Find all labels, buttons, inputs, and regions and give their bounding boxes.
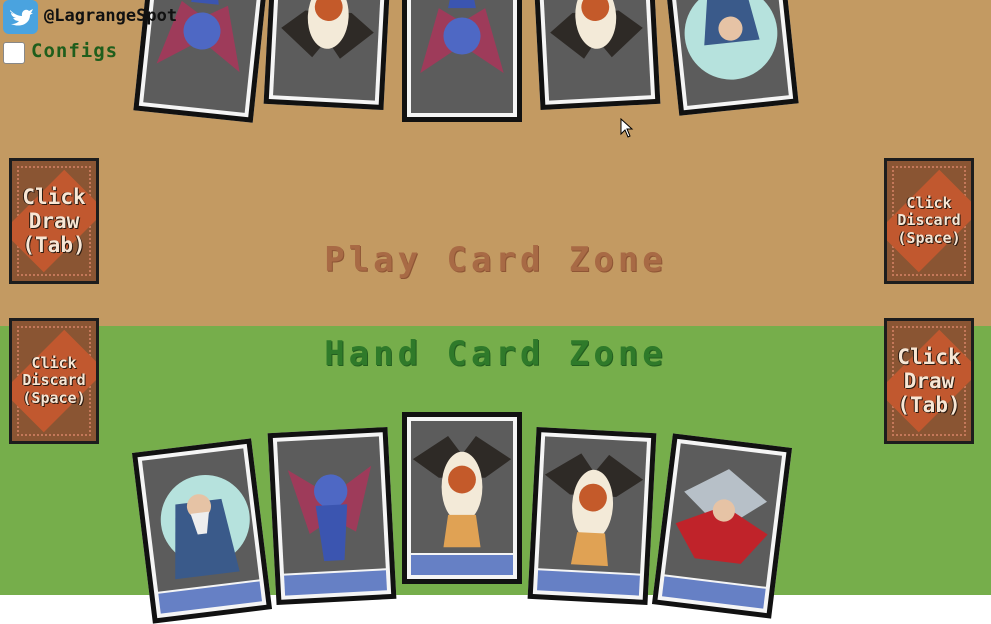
mouse-cursor bbox=[620, 117, 634, 142]
opponent-card-2 bbox=[263, 0, 393, 111]
opponent-card-4 bbox=[531, 0, 661, 111]
hand-zone-label: Hand Card Zone bbox=[324, 334, 667, 374]
opponent-card-5 bbox=[661, 0, 799, 116]
draw-deck-label: Click Draw (Tab) bbox=[897, 344, 961, 418]
configs-checkbox[interactable] bbox=[3, 42, 25, 64]
discard-deck-bottom-left[interactable]: Click Discard (Space) bbox=[9, 318, 99, 444]
discard-deck-top-right[interactable]: Click Discard (Space) bbox=[884, 158, 974, 284]
header-bar: @LagrangeSpot bbox=[0, 0, 225, 38]
configs-label[interactable]: Configs bbox=[31, 40, 118, 62]
twitter-icon[interactable] bbox=[3, 0, 38, 34]
discard-deck-label: Click Discard (Space) bbox=[22, 354, 86, 407]
hand-card-1-wizard[interactable] bbox=[131, 438, 273, 624]
opponent-card-3 bbox=[402, 0, 522, 122]
draw-deck-bottom-right[interactable]: Click Draw (Tab) bbox=[884, 318, 974, 444]
hand-card-3-winged-lion[interactable] bbox=[402, 412, 522, 584]
hand-card-2-gargoyle[interactable] bbox=[267, 426, 397, 606]
hand-card-5-red-dragon[interactable] bbox=[651, 433, 793, 619]
hand-card-4-winged-lion[interactable] bbox=[527, 426, 657, 606]
draw-deck-label: Click Draw (Tab) bbox=[22, 184, 86, 258]
author-handle-link[interactable]: @LagrangeSpot bbox=[44, 6, 177, 26]
discard-deck-label: Click Discard (Space) bbox=[897, 194, 961, 247]
draw-deck-top-left[interactable]: Click Draw (Tab) bbox=[9, 158, 99, 284]
play-zone-label: Play Card Zone bbox=[324, 240, 667, 280]
